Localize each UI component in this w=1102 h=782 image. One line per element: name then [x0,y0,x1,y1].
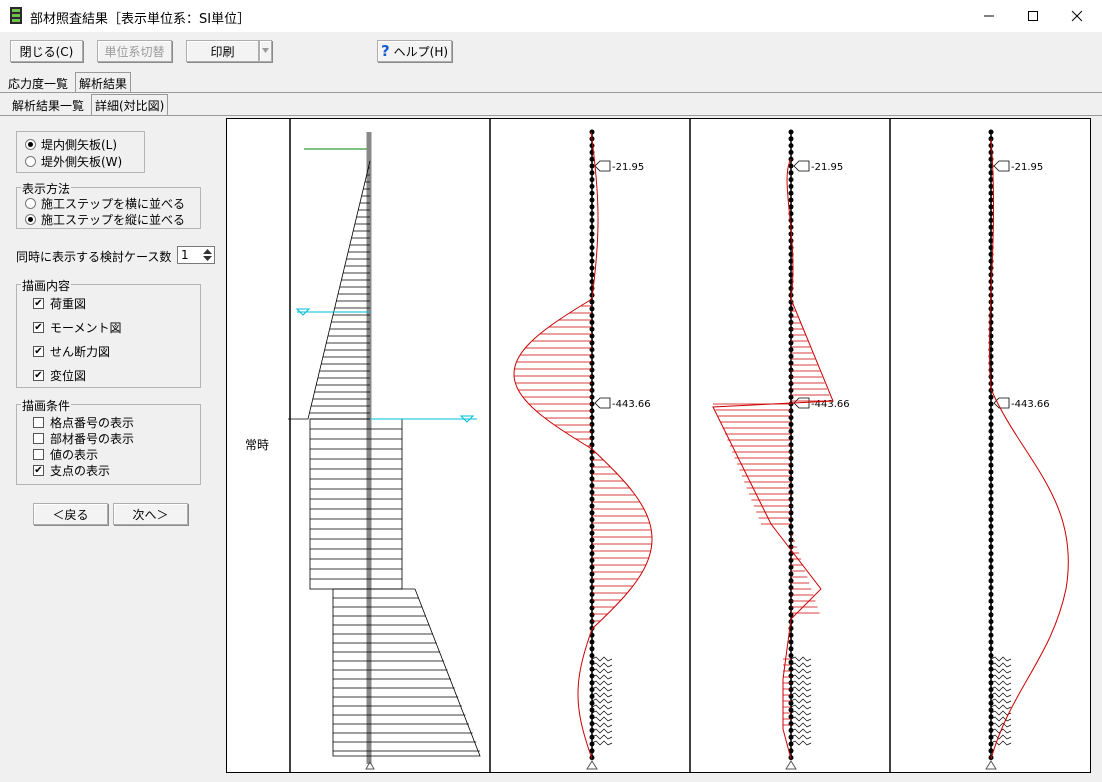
window-title: 部材照査結果［表示単位系：SI単位］ [30,12,251,27]
level-label: -443.66 [612,399,651,410]
checkbox [33,449,44,460]
close-icon [1071,10,1083,22]
tab-divider [0,92,1102,93]
checkbox: ✔ [33,369,44,381]
checkbox-label: 荷重図 [50,297,87,311]
settings-panel: 堤内側矢板(L) 堤外側矢板(W) 表示方法 施工ステップを横に並べる 施工ステ… [5,115,222,775]
checkbox-displacement-diagram[interactable]: ✔ 変位図 [33,367,86,384]
checkbox-member-number[interactable]: 部材番号の表示 [33,430,134,447]
checkbox: ✔ [33,464,44,476]
unit-switch-button[interactable]: 単位系切替 [97,40,172,62]
display-method-group: 表示方法 施工ステップを横に並べる 施工ステップを縦に並べる [16,180,201,229]
checkbox-label: 値の表示 [50,448,99,462]
tab-result-list[interactable]: 解析結果一覧 [9,96,87,114]
side-select-group: 堤内側矢板(L) 堤外側矢板(W) [16,131,145,173]
maximize-icon [1028,11,1038,21]
help-icon: ? [380,42,390,60]
app-icon [10,7,22,24]
case-count-value: 1 [181,248,189,262]
checkbox: ✔ [33,297,44,309]
draw-content-legend: 描画内容 [21,277,72,294]
next-button[interactable]: 次へ＞ [113,503,188,525]
checkbox-node-number[interactable]: 格点番号の表示 [33,414,134,431]
level-label: -21.95 [811,162,843,173]
help-button[interactable]: ? ヘルプ(H) [377,40,452,62]
minimize-button[interactable] [966,0,1012,32]
case-count-label: 同時に表示する検討ケース数 [16,250,172,264]
tab-detail-comparison[interactable]: 詳細(対比図) [91,94,169,115]
chevron-down-icon [262,48,269,53]
radio-label: 堤外側矢板(W) [41,155,123,169]
minimize-icon [984,15,994,17]
radio-label: 堤内側矢板(L) [41,138,118,152]
checkbox-label: 変位図 [50,369,87,383]
radio-label: 施工ステップを縦に並べる [41,213,186,227]
level-label: -443.66 [1011,399,1050,410]
checkbox-value-display[interactable]: 値の表示 [33,446,98,463]
load-diagram [288,132,481,770]
checkbox-support-display[interactable]: ✔ 支点の表示 [33,462,110,479]
spin-arrows-icon [203,249,212,261]
radio-steps-vertical[interactable]: 施工ステップを縦に並べる [25,211,185,228]
help-label: ヘルプ(H) [393,44,449,59]
checkbox-label: モーメント図 [50,321,122,335]
radio-button [25,139,36,150]
checkbox-shear-diagram[interactable]: ✔ せん断力図 [33,343,110,360]
radio-label: 施工ステップを横に並べる [41,197,186,211]
checkbox [33,433,44,444]
toolbar: 閉じる(C) 単位系切替 印刷 ? ヘルプ(H) [0,32,1102,70]
radio-button [25,214,36,225]
displacement-diagram: -21.95 -443.66 [985,129,1069,770]
close-button[interactable]: 閉じる(C) [10,40,83,62]
checkbox: ✔ [33,345,44,357]
case-label: 常時 [245,438,269,452]
checkbox-label: 格点番号の表示 [50,416,135,430]
print-button[interactable]: 印刷 [186,40,259,62]
checkbox-label: 支点の表示 [50,464,111,478]
close-window-button[interactable] [1054,0,1100,32]
tab-analysis-results[interactable]: 解析結果 [75,72,132,93]
case-count-stepper[interactable]: 1 [177,246,215,264]
title-bar: 部材照査結果［表示単位系：SI単位］ [0,0,1102,32]
radio-button [25,198,36,209]
maximize-button[interactable] [1010,0,1056,32]
print-dropdown-button[interactable] [259,40,272,62]
checkbox-moment-diagram[interactable]: ✔ モーメント図 [33,319,122,336]
checkbox: ✔ [33,321,44,333]
checkbox-load-diagram[interactable]: ✔ 荷重図 [33,295,86,312]
level-label: -21.95 [1011,162,1043,173]
checkbox [33,417,44,428]
level-label: -21.95 [612,162,644,173]
draw-conditions-group: 描画条件 格点番号の表示 部材番号の表示 値の表示 ✔ 支点の表示 [16,397,201,485]
draw-conditions-legend: 描画条件 [21,397,72,414]
tab-stress-list[interactable]: 応力度一覧 [5,74,71,92]
checkbox-label: 部材番号の表示 [50,432,135,446]
shear-diagram: -21.95-443.66 [712,129,850,770]
moment-diagram: -21.95 -443.66 [513,129,653,770]
prev-button[interactable]: ＜戻る [33,503,108,525]
radio-steps-horizontal[interactable]: 施工ステップを横に並べる [25,195,185,212]
diagram-area: 常時 -21.95 -443.66 -21.95 -443.66 -21.95 -44… [226,118,1091,773]
diagram-canvas: 常時 -21.95-443.66 -21.95-443.66 -21.95-44… [245,119,1069,772]
radio-inner-sheet[interactable]: 堤内側矢板(L) [25,136,117,153]
radio-button [25,156,36,167]
checkbox-label: せん断力図 [50,345,111,359]
draw-content-group: 描画内容 ✔ 荷重図 ✔ モーメント図 ✔ せん断力図 ✔ 変位図 [16,277,201,388]
radio-outer-sheet[interactable]: 堤外側矢板(W) [25,153,122,170]
